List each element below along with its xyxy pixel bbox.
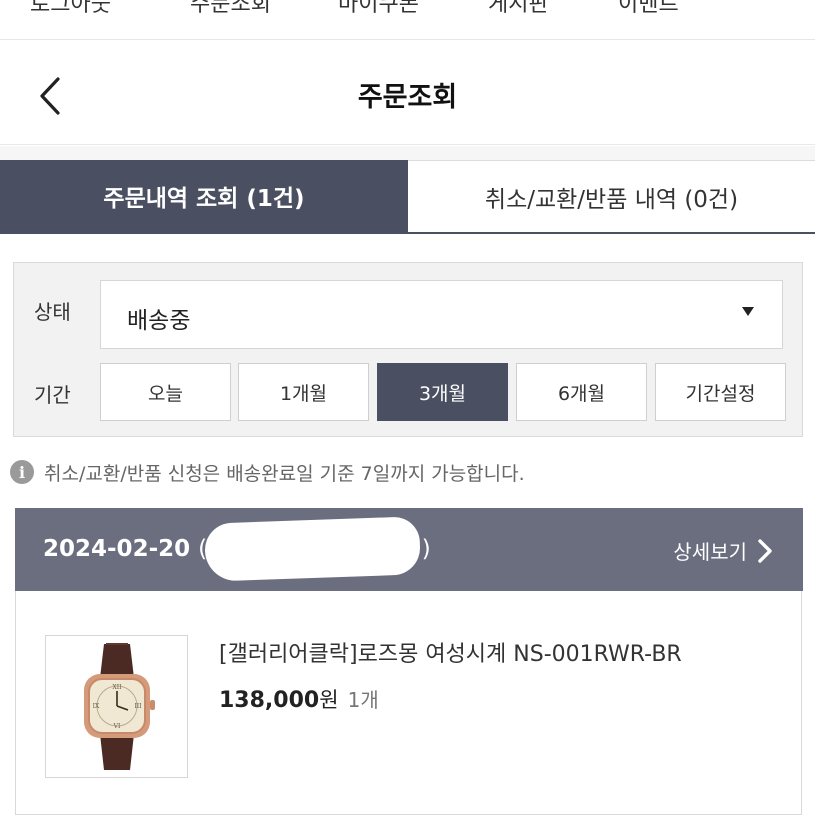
svg-text:VI: VI [113,723,121,730]
period-6month-button[interactable]: 6개월 [516,363,647,421]
page-title: 주문조회 [357,82,458,113]
chevron-right-icon [758,538,772,563]
period-label: 기간 [34,383,71,407]
tab-cancel-exchange-return[interactable]: 취소/교환/반품 내역 (0건) [408,160,815,232]
caret-down-icon [742,307,754,316]
page-header: 주문조회 [0,41,815,145]
order-date-value: 2024-02-20 [43,536,191,562]
top-nav: 로그아웃 주문조회 마이쿠폰 게시판 이벤트 [0,0,815,40]
notice: i 취소/교환/반품 신청은 배송완료일 기준 7일까지 가능합니다. [10,457,525,487]
notice-text: 취소/교환/반품 신청은 배송완료일 기준 7일까지 가능합니다. [44,462,525,485]
view-detail-label: 상세보기 [673,540,747,564]
section-divider [0,146,815,160]
product-price: 138,000 [219,688,320,713]
period-1month-button[interactable]: 1개월 [238,363,369,421]
redaction-mark [204,516,421,582]
order-header: 2024-02-20 (2) 상세보기 [15,508,803,591]
svg-text:III: III [134,703,142,710]
nav-item-event[interactable]: 이벤트 [618,0,679,18]
nav-item-my-coupon[interactable]: 마이쿠폰 [338,0,419,18]
price-currency: 원 [319,688,339,712]
nav-item-logout[interactable]: 로그아웃 [30,0,111,18]
tab-order-history[interactable]: 주문내역 조회 (1건) [0,160,408,232]
info-icon: i [10,460,34,484]
svg-text:XII: XII [112,684,122,691]
product-name[interactable]: [갤러리어클락]로즈몽 여성시계 NS-001RWR-BR [219,636,682,668]
nav-item-board[interactable]: 게시판 [488,0,549,18]
product-thumbnail[interactable]: XII VI IX III [45,635,188,778]
filter-panel: 상태 배송중 기간 오늘 1개월 3개월 6개월 기간설정 [13,262,803,437]
nav-item-order-lookup[interactable]: 주문조회 [190,0,271,18]
status-select-value: 배송중 [127,308,191,334]
order-card: 2024-02-20 (2) 상세보기 XII VI IX III [ [15,508,803,815]
product-quantity: 1개 [347,688,379,712]
status-label: 상태 [34,300,71,324]
period-today-button[interactable]: 오늘 [100,363,231,421]
wristwatch-image: XII VI IX III [84,643,155,770]
svg-text:IX: IX [93,703,100,710]
status-select[interactable]: 배송중 [100,280,783,349]
order-number-suffix: ) [421,536,431,562]
period-3month-button[interactable]: 3개월 [377,363,508,421]
order-tabs: 주문내역 조회 (1건) 취소/교환/반품 내역 (0건) [0,160,815,234]
price-line: 138,000원 1개 [219,684,379,714]
view-detail-link[interactable]: 상세보기 [673,536,773,565]
period-custom-button[interactable]: 기간설정 [655,363,786,421]
